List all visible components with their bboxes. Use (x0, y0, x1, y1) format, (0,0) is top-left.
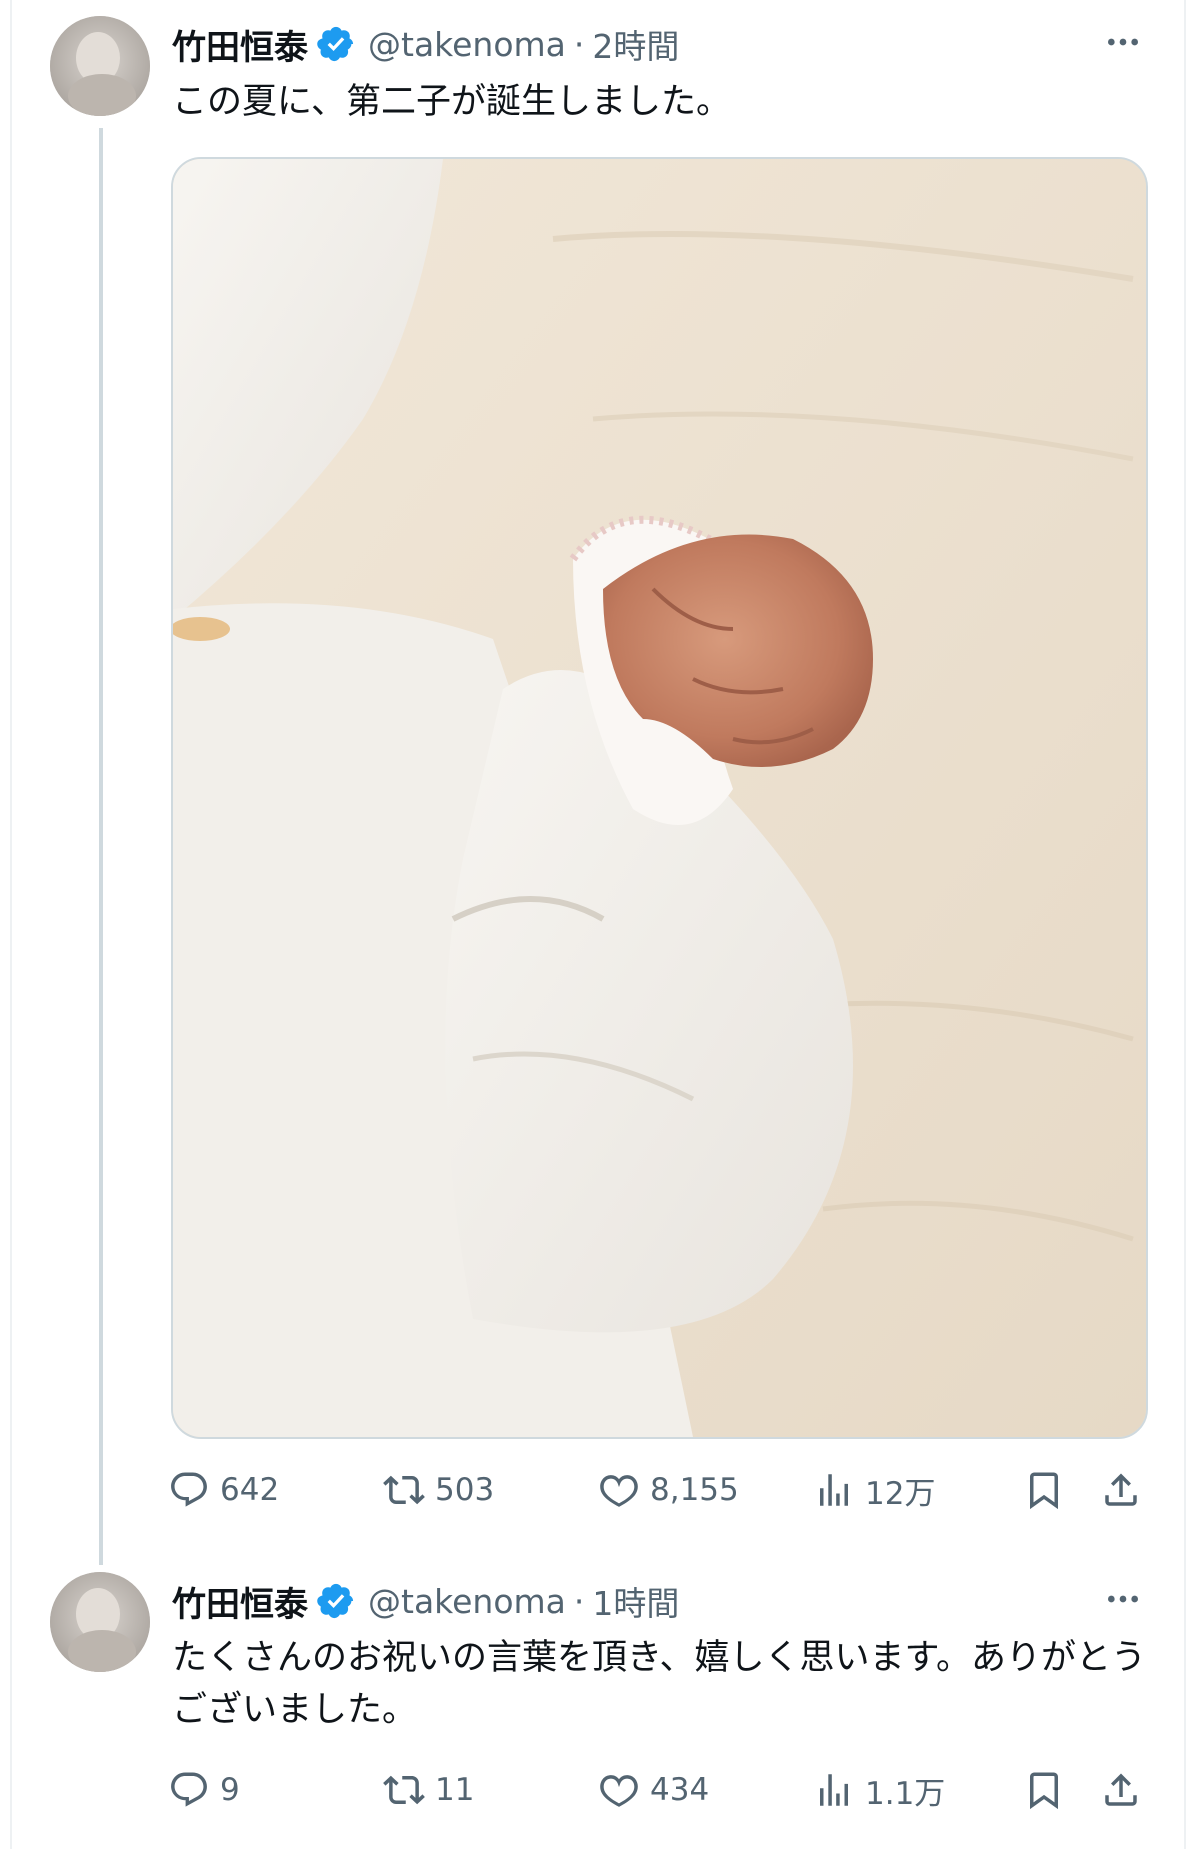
frame-border-left (10, 0, 12, 1849)
tweet-timestamp[interactable]: 1時間 (592, 1577, 679, 1625)
reply-count: 642 (220, 1472, 280, 1508)
like-count: 434 (650, 1772, 710, 1808)
thread-connector-line (99, 128, 103, 1565)
share-icon (1105, 1773, 1137, 1806)
views-chart-icon (820, 1774, 848, 1806)
verified-badge-icon (317, 26, 354, 62)
tweet-media-photo[interactable] (171, 157, 1148, 1439)
view-count: 12万 (865, 1475, 936, 1512)
author-avatar[interactable] (50, 16, 150, 116)
more-dots-icon[interactable] (1098, 17, 1148, 67)
tweet-header: 竹田恒泰 @takenoma · 1時間 (172, 1575, 679, 1627)
like-button[interactable]: 8,155 (598, 1460, 739, 1520)
retweet-button[interactable]: 11 (383, 1760, 474, 1820)
bookmark-icon (1030, 1472, 1058, 1510)
reply-button[interactable]: 642 (168, 1460, 279, 1520)
share-button[interactable] (1100, 1760, 1142, 1820)
retweet-icon (383, 1475, 425, 1505)
retweet-button[interactable]: 503 (383, 1460, 494, 1520)
retweet-count: 503 (435, 1472, 495, 1508)
tweet-timestamp[interactable]: 2時間 (592, 20, 679, 68)
heart-icon (600, 1475, 638, 1507)
more-dots-icon[interactable] (1098, 1574, 1148, 1624)
like-count: 8,155 (650, 1472, 739, 1508)
view-count: 1.1万 (865, 1775, 946, 1812)
bookmark-button[interactable] (1023, 1760, 1065, 1820)
tweet-text: たくさんのお祝いの言葉を頂き、嬉しく思います。ありがとうございました。 (172, 1638, 1147, 1730)
author-name[interactable]: 竹田恒泰 (172, 1577, 308, 1626)
frame-border-right (1184, 0, 1186, 1849)
tweet-text: この夏に、第二子が誕生しました。 (172, 82, 731, 122)
photo-baby-fist (173, 159, 1146, 1437)
separator-dot: · (573, 1581, 585, 1621)
author-avatar[interactable] (50, 1572, 150, 1672)
share-icon (1105, 1473, 1137, 1506)
author-handle[interactable]: @takenoma (368, 25, 566, 64)
reply-count: 9 (220, 1772, 240, 1808)
reply-icon (171, 1472, 207, 1507)
bookmark-icon (1030, 1772, 1058, 1810)
separator-dot: · (573, 24, 585, 64)
author-handle[interactable]: @takenoma (368, 1582, 566, 1621)
tweet-actions: 9 11 434 1.1万 (168, 1760, 1158, 1820)
bookmark-button[interactable] (1023, 1460, 1065, 1520)
verified-badge-icon (317, 1583, 354, 1619)
tweet-header: 竹田恒泰 @takenoma · 2時間 (172, 18, 679, 70)
retweet-icon (383, 1775, 425, 1805)
like-button[interactable]: 434 (598, 1760, 709, 1820)
views-chart-icon (820, 1474, 848, 1506)
heart-icon (600, 1775, 638, 1807)
share-button[interactable] (1100, 1460, 1142, 1520)
author-name[interactable]: 竹田恒泰 (172, 20, 308, 69)
reply-button[interactable]: 9 (168, 1760, 240, 1820)
reply-icon (171, 1772, 207, 1807)
views-button[interactable]: 12万 (813, 1460, 935, 1520)
tweet-actions: 642 503 8,155 12万 (168, 1460, 1158, 1520)
retweet-count: 11 (435, 1772, 475, 1808)
views-button[interactable]: 1.1万 (813, 1760, 945, 1820)
